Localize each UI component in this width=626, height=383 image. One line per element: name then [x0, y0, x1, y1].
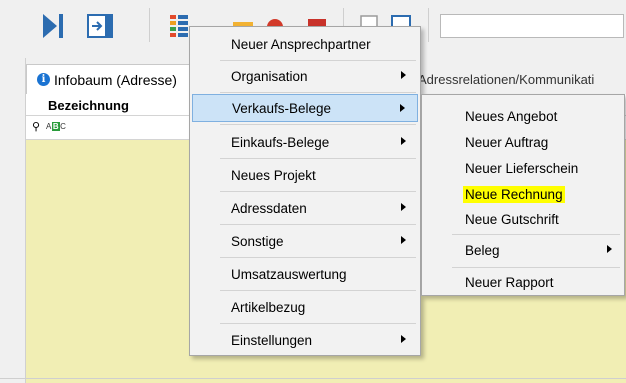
- exit-panel-icon[interactable]: [84, 8, 118, 44]
- submenu-arrow-icon: [401, 137, 406, 145]
- menu-item-neuer-ansprechpartner[interactable]: Neuer Ansprechpartner: [192, 30, 418, 58]
- submenu-arrow-icon: [400, 104, 405, 112]
- submenu-item-neuer-auftrag[interactable]: Neuer Auftrag: [424, 128, 624, 156]
- menu-separator: [220, 257, 416, 258]
- left-panel-strip: [0, 58, 26, 383]
- tab-adressrelationen[interactable]: Adressrelationen/Kommunikati: [418, 72, 594, 87]
- menu-item-organisation[interactable]: Organisation: [192, 62, 418, 90]
- menu-item-label: Neues Projekt: [231, 167, 316, 183]
- menu-item-label: Organisation: [231, 68, 308, 84]
- abc-filter-icon[interactable]: ABC: [46, 122, 66, 131]
- menu-item-umsatzauswertung[interactable]: Umsatzauswertung: [192, 260, 418, 288]
- submenu-item-neuer-lieferschein[interactable]: Neuer Lieferschein: [424, 154, 624, 182]
- toolbar-input[interactable]: [440, 14, 624, 38]
- tab-infobaum-label: Infobaum (Adresse): [54, 71, 177, 88]
- menu-item-label: Einkaufs-Belege: [231, 134, 330, 150]
- submenu-item-label: Neue Rechnung: [463, 185, 565, 203]
- menu-separator: [220, 323, 416, 324]
- menu-separator: [220, 92, 416, 93]
- menu-item-neues-projekt[interactable]: Neues Projekt: [192, 161, 418, 189]
- pin-icon[interactable]: ⚲: [32, 120, 40, 133]
- submenu-item-label: Beleg: [465, 242, 500, 258]
- menu-separator: [220, 124, 416, 125]
- submenu-arrow-icon: [607, 245, 612, 253]
- submenu-item-neue-rechnung[interactable]: Neue Rechnung: [424, 180, 624, 208]
- menu-item-sonstige[interactable]: Sonstige: [192, 227, 418, 255]
- menu-separator: [452, 234, 620, 235]
- toolbar-separator: [428, 8, 429, 42]
- submenu-item-label: Neue Gutschrift: [465, 211, 559, 227]
- info-icon: i: [37, 73, 50, 86]
- menu-item-label: Einstellungen: [231, 332, 313, 348]
- context-menu: Neuer Ansprechpartner Organisation Verka…: [189, 26, 421, 356]
- submenu-item-label: Neuer Rapport: [465, 274, 554, 290]
- submenu-arrow-icon: [401, 203, 406, 211]
- menu-separator: [220, 224, 416, 225]
- submenu-item-neue-gutschrift[interactable]: Neue Gutschrift: [424, 205, 624, 233]
- menu-item-label: Neuer Ansprechpartner: [231, 36, 371, 52]
- submenu-arrow-icon: [401, 71, 406, 79]
- submenu-item-label: Neues Angebot: [465, 108, 558, 124]
- submenu-arrow-icon: [401, 236, 406, 244]
- menu-item-label: Umsatzauswertung: [231, 266, 347, 282]
- submenu-item-beleg[interactable]: Beleg: [424, 236, 624, 264]
- menu-separator: [220, 158, 416, 159]
- submenu-arrow-icon: [401, 335, 406, 343]
- menu-item-verkaufs-belege[interactable]: Verkaufs-Belege: [192, 94, 418, 122]
- menu-item-adressdaten[interactable]: Adressdaten: [192, 194, 418, 222]
- menu-item-einkaufs-belege[interactable]: Einkaufs-Belege: [192, 128, 418, 156]
- tab-adressrelationen-label: Adressrelationen/Kommunikati: [418, 72, 595, 87]
- submenu-item-neues-angebot[interactable]: Neues Angebot: [424, 102, 624, 130]
- menu-separator: [220, 290, 416, 291]
- column-header-bezeichnung[interactable]: Bezeichnung: [48, 98, 129, 113]
- submenu-item-label: Neuer Auftrag: [465, 134, 549, 150]
- menu-item-label: Sonstige: [231, 233, 284, 249]
- menu-item-label: Adressdaten: [231, 200, 307, 216]
- toolbar-separator: [149, 8, 150, 42]
- menu-separator: [220, 60, 416, 61]
- menu-separator: [220, 191, 416, 192]
- submenu-item-neuer-rapport[interactable]: Neuer Rapport: [424, 268, 624, 296]
- submenu-item-label: Neuer Lieferschein: [465, 160, 579, 176]
- skip-next-icon[interactable]: [36, 8, 70, 44]
- menu-item-artikelbezug[interactable]: Artikelbezug: [192, 293, 418, 321]
- menu-item-einstellungen[interactable]: Einstellungen: [192, 326, 418, 354]
- tab-infobaum[interactable]: i Infobaum (Adresse): [26, 64, 196, 94]
- submenu-verkaufs-belege: Neues Angebot Neuer Auftrag Neuer Liefer…: [421, 94, 625, 296]
- menu-item-label: Artikelbezug: [231, 299, 306, 315]
- bottom-divider: [0, 378, 626, 379]
- menu-item-label: Verkaufs-Belege: [232, 100, 332, 116]
